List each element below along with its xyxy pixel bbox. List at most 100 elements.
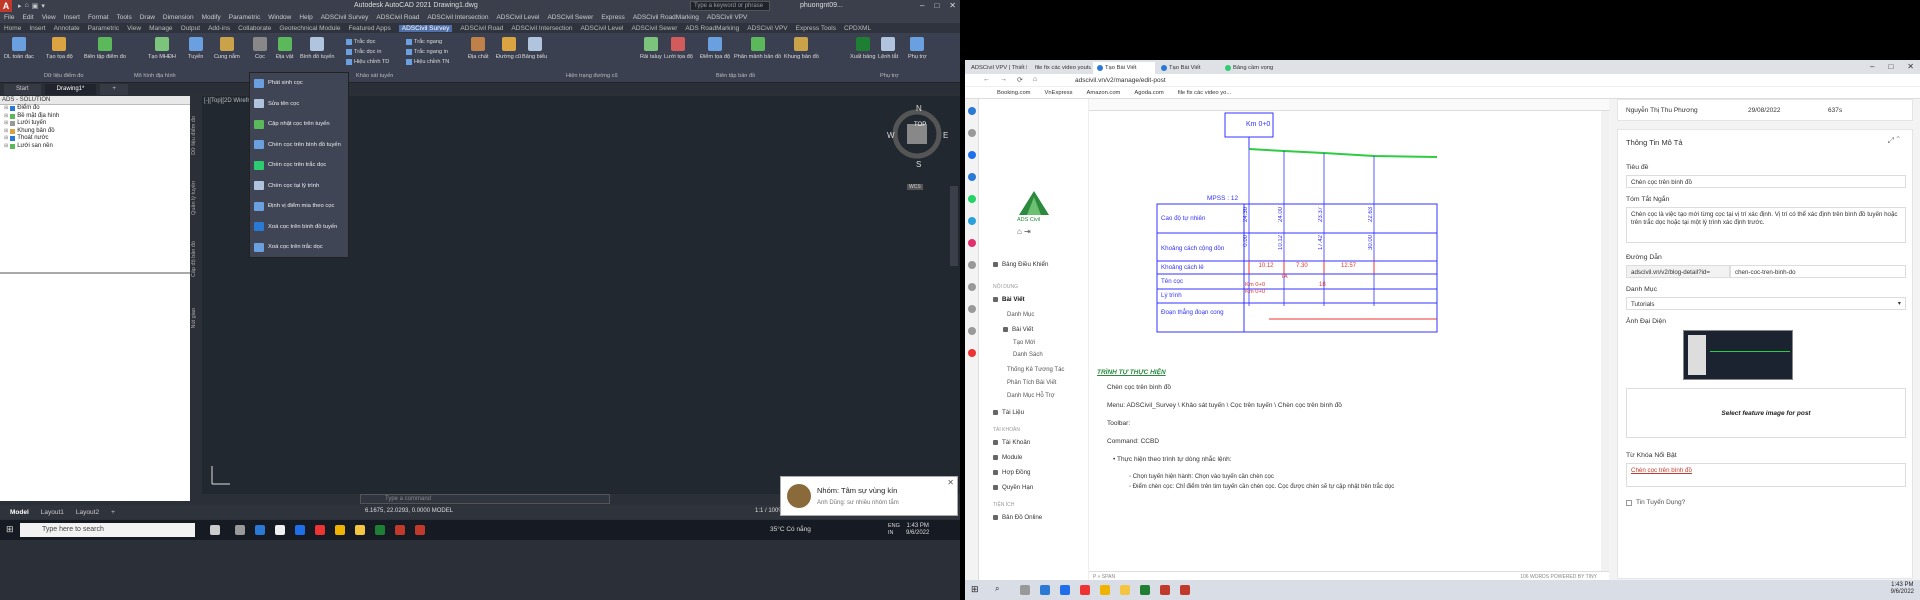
ribbon-small-button[interactable]: Trắc ngang <box>406 39 442 45</box>
sidebar-app-icon[interactable] <box>968 239 976 247</box>
autocad-taskbar-icon[interactable] <box>1180 585 1190 595</box>
select-image-button[interactable]: Select feature image for post <box>1626 388 1906 438</box>
sidebar-app-icon[interactable] <box>968 261 976 269</box>
nav-contract[interactable]: Hợp Đồng <box>993 469 1030 476</box>
chat-notification[interactable]: Nhóm: Tâm sự vùng kín Anh Dũng: sư nhiều… <box>780 476 958 516</box>
sidebar-app-icon[interactable] <box>968 151 976 159</box>
expand-icon[interactable]: ⊞ <box>4 113 8 121</box>
ribbon-button[interactable]: Điểm tọa độ <box>700 37 730 60</box>
search-icon[interactable]: ⌕ <box>995 584 999 594</box>
folder-icon[interactable] <box>1120 585 1130 595</box>
menu-item[interactable]: Format <box>88 14 109 21</box>
ribbon-button[interactable]: Rải taluy <box>640 37 662 60</box>
clock[interactable]: 1:43 PM 9/6/2022 <box>1891 582 1914 596</box>
clock[interactable]: 1:43 PM 9/6/2022 <box>906 523 929 537</box>
home-icon[interactable]: ⌂ <box>1033 76 1037 84</box>
ribbon-button[interactable]: Xuất bảng <box>850 37 876 60</box>
dropdown-item[interactable]: Chèn cọc trên bình đồ tuyến <box>250 135 348 156</box>
menu-item[interactable]: Edit <box>22 14 33 21</box>
command-line[interactable]: Type a command <box>360 494 610 504</box>
ribbon-small-button[interactable]: Trắc dọc in <box>346 49 381 55</box>
dropdown-item[interactable]: Sửa tên cọc <box>250 94 348 115</box>
nav-new[interactable]: Tạo Mới <box>1013 340 1035 346</box>
autocad-taskbar-icon[interactable] <box>415 525 425 535</box>
qat-item[interactable]: ▾ <box>41 2 45 10</box>
opera-icon[interactable] <box>315 525 325 535</box>
recruit-checkbox[interactable] <box>1626 500 1632 506</box>
nav-category[interactable]: Danh Mục <box>1007 312 1034 318</box>
edge-icon[interactable] <box>1040 585 1050 595</box>
ribbon-button[interactable]: DL toàn đạc <box>4 37 34 60</box>
tree-item[interactable]: ⊞ Lưới san nền <box>0 143 190 151</box>
ribbon-small-button[interactable]: Trắc ngang in <box>406 49 448 55</box>
sidebar-app-icon[interactable] <box>968 107 976 115</box>
editor-scrollbar[interactable] <box>1601 111 1609 571</box>
weather-widget[interactable]: 35°C Có nắng <box>770 526 811 533</box>
canvas-scrollbar[interactable] <box>950 186 958 266</box>
ribbon-button[interactable]: Đường cũ <box>496 37 521 60</box>
menu-item[interactable]: Modify <box>202 14 221 21</box>
nav-account[interactable]: Tài Khoản <box>993 439 1030 446</box>
wps-icon[interactable] <box>395 525 405 535</box>
ribbon-tab[interactable]: Collaborate <box>238 25 271 32</box>
edge-icon[interactable] <box>255 525 265 535</box>
windows-start-icon[interactable]: ⊞ <box>971 584 979 595</box>
expand-icon[interactable]: ⊞ <box>4 120 8 128</box>
bookmark-item[interactable]: Amazon.com <box>1087 90 1121 96</box>
nav-online-map[interactable]: Bản Đồ Online <box>993 514 1042 521</box>
title-input[interactable]: Chèn cọc trên bình đồ <box>1626 175 1906 188</box>
wcs-label[interactable]: WCS <box>907 184 923 190</box>
editor-content[interactable]: Km 0+0 MPSS : 12 Cao độ tự nhiên Khoảng c… <box>1089 111 1601 571</box>
ribbon-button[interactable]: Bảng biểu <box>522 37 547 60</box>
ribbon-button[interactable]: Tạo MHĐH <box>148 37 176 60</box>
excel-icon[interactable] <box>375 525 385 535</box>
ribbon-tab[interactable]: ADSCivil Road <box>460 25 503 32</box>
cortana-icon[interactable] <box>210 525 220 535</box>
menu-item[interactable]: Dimension <box>163 14 194 21</box>
layout-tab-layout1[interactable]: Layout1 <box>37 509 68 516</box>
wps-icon[interactable] <box>1160 585 1170 595</box>
bookmark-item[interactable]: VnExpress <box>1045 90 1073 96</box>
dropdown-item[interactable]: Phát sinh cọc <box>250 73 348 94</box>
new-tab-icon[interactable]: + <box>100 84 128 95</box>
menu-item[interactable]: Tools <box>117 14 132 21</box>
maximize-icon[interactable]: □ <box>934 1 939 10</box>
search-input[interactable]: Type a keyword or phrase <box>690 1 770 11</box>
bookmark-item[interactable]: file fix các video yo... <box>1178 90 1231 96</box>
ribbon-button[interactable]: Khung bản đồ <box>784 37 819 60</box>
chrome-icon[interactable] <box>1100 585 1110 595</box>
tree-item[interactable]: ⊞ Lưới tuyến <box>0 120 190 128</box>
ribbon-tab[interactable]: ADSCivil Level <box>580 25 623 32</box>
ribbon-button[interactable]: Địa chất <box>468 37 489 60</box>
category-select[interactable]: Tutorials ▾ <box>1626 297 1906 310</box>
nav-docs[interactable]: Tài Liệu <box>993 409 1024 416</box>
menu-item[interactable]: View <box>42 14 56 21</box>
close-icon[interactable]: ✕ <box>1907 62 1914 71</box>
browser-tab[interactable]: Tạo Bài Viết <box>1093 62 1155 74</box>
ribbon-button[interactable]: Lệnh tắt <box>878 37 898 60</box>
minimize-icon[interactable]: – <box>1870 62 1874 71</box>
ribbon-button[interactable]: Cọc <box>253 37 267 60</box>
nav-support[interactable]: Danh Mục Hỗ Trợ <box>1007 393 1055 399</box>
dropdown-item[interactable]: Xoá cọc trên trắc dọc <box>250 237 348 258</box>
menu-item[interactable]: ADSCivil VPV <box>707 14 747 21</box>
tree-item[interactable]: ⊞ Điểm đo <box>0 105 190 113</box>
user-name[interactable]: phuongnt09... <box>800 2 843 9</box>
ribbon-tab[interactable]: ADSCivil VPV <box>747 25 787 32</box>
nav-permission[interactable]: Quyền Hạn <box>993 484 1033 491</box>
expand-icon[interactable]: ⊞ <box>4 105 8 113</box>
zalo-icon[interactable] <box>1060 585 1070 595</box>
chrome-icon[interactable] <box>335 525 345 535</box>
editor-toolbar[interactable] <box>1089 99 1609 111</box>
back-icon[interactable]: ← <box>983 76 990 84</box>
vtab-item[interactable]: Cấp độ bản đồ <box>191 241 197 277</box>
ribbon-tab[interactable]: ADSCivil Intersection <box>511 25 572 32</box>
ribbon-button[interactable]: Biên tập điểm đo <box>84 37 126 60</box>
ribbon-button[interactable]: Phân mảnh bản đồ <box>734 37 781 60</box>
excel-icon[interactable] <box>1140 585 1150 595</box>
browser-tab[interactable]: ADSCivil VPV | Thiết kế an... <box>965 62 1027 74</box>
menu-item[interactable]: Window <box>268 14 291 21</box>
ribbon-tab[interactable]: CPDXML <box>844 25 871 32</box>
sidebar-app-icon[interactable] <box>968 283 976 291</box>
opera-icon[interactable] <box>1080 585 1090 595</box>
